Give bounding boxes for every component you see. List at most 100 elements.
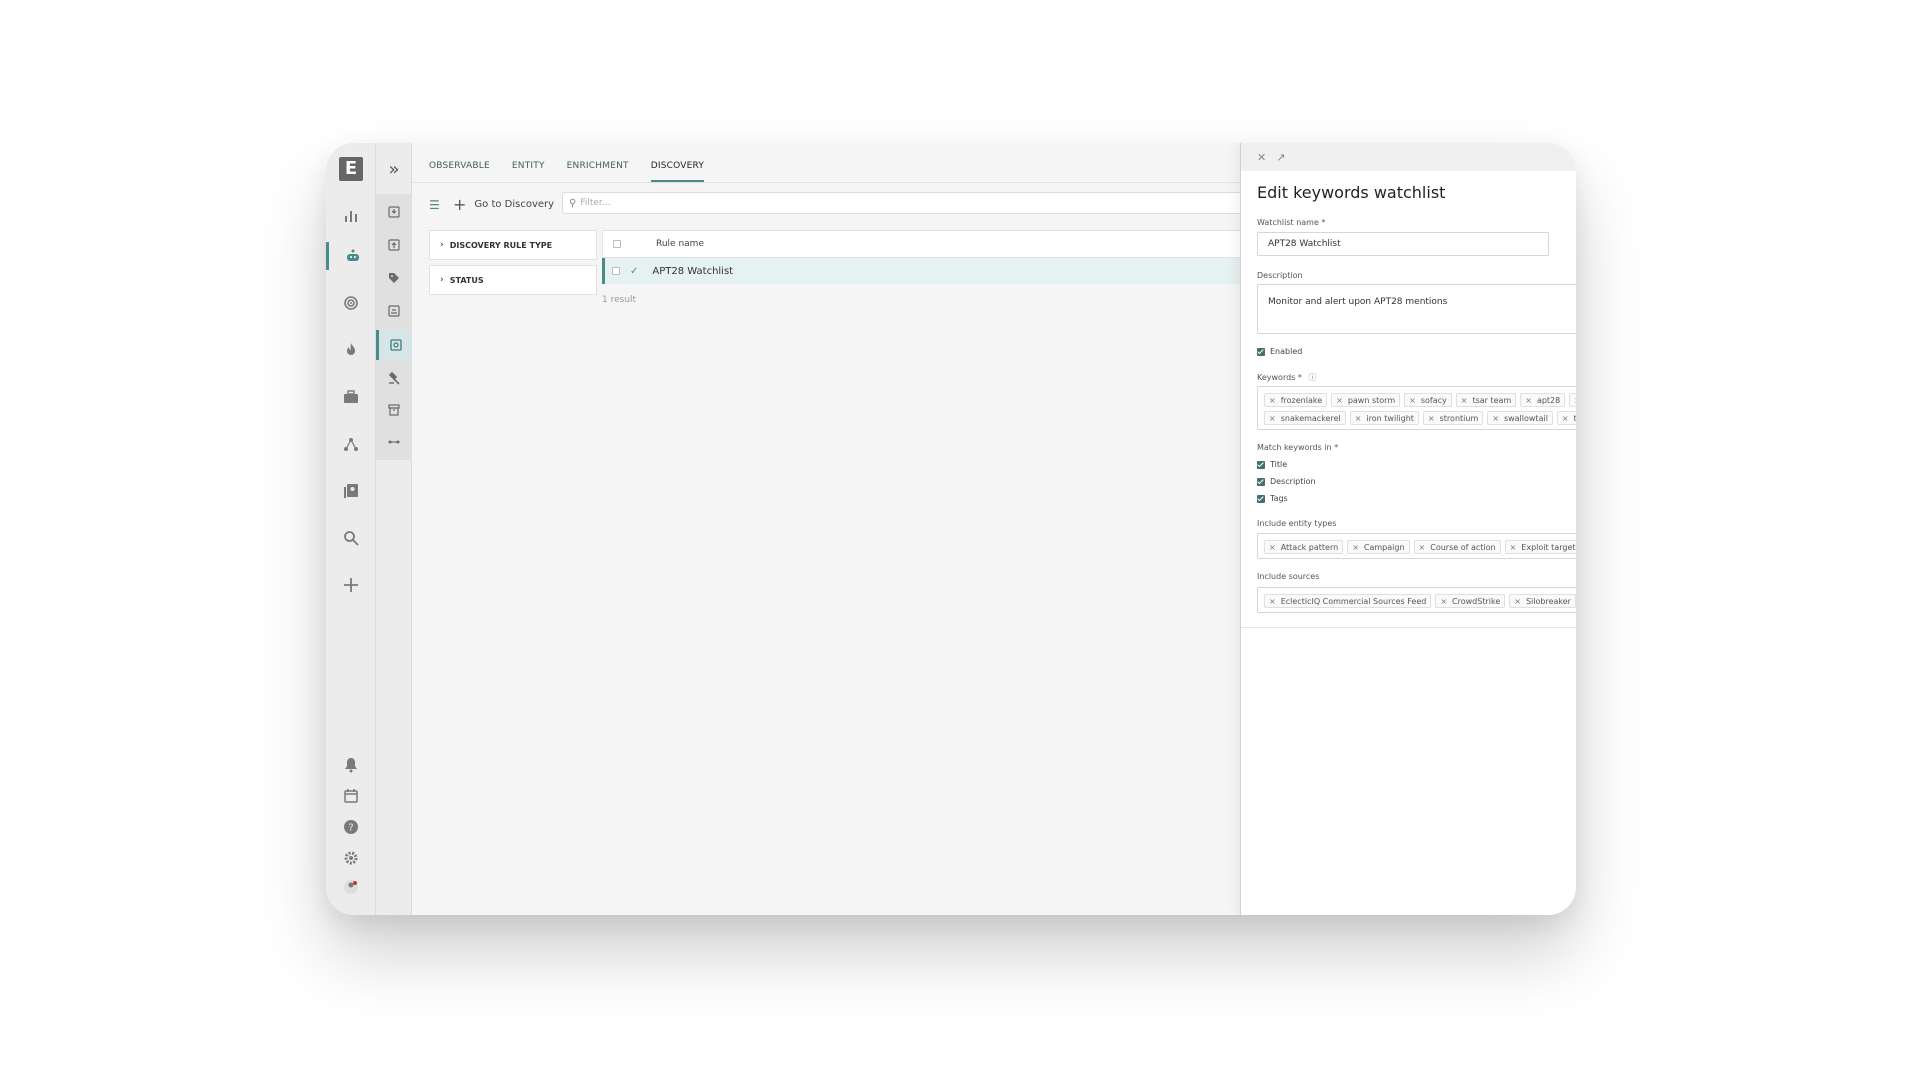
keyword-chip[interactable]: × frozenlake xyxy=(1264,393,1328,407)
go-to-discovery-button[interactable]: + Go to Discovery xyxy=(453,195,554,214)
entity-type-chip[interactable]: × Course of action xyxy=(1413,540,1501,554)
keywords-input[interactable]: × frozenlake × pawn storm × sofacy × tsar te… xyxy=(1257,386,1576,430)
document-icon[interactable] xyxy=(376,296,412,326)
column-rule-name[interactable]: Rule name xyxy=(656,239,704,249)
filter-icon[interactable]: ☰ xyxy=(429,198,445,212)
remove-chip-icon[interactable]: × xyxy=(1419,543,1426,552)
remove-chip-icon[interactable]: × xyxy=(1492,414,1499,423)
entity-type-chip[interactable]: × Attack pattern xyxy=(1264,540,1344,554)
graph-icon[interactable] xyxy=(326,430,376,458)
user-icon[interactable] xyxy=(326,873,376,901)
keyword-chip[interactable]: × apt28 xyxy=(1520,393,1566,407)
archive-icon[interactable] xyxy=(376,395,412,425)
entity-types-input[interactable]: × Attack pattern × Campaign × Course of act… xyxy=(1257,533,1576,559)
check-circle-icon: ✓ xyxy=(630,265,639,277)
keyword-chip[interactable]: × iron twilight xyxy=(1349,411,1419,425)
remove-chip-icon[interactable]: × xyxy=(1269,543,1276,552)
remove-chip-icon[interactable]: × xyxy=(1574,396,1576,405)
rule-name-cell[interactable]: APT28 Watchlist xyxy=(652,266,733,277)
keyword-chip[interactable]: × strontium xyxy=(1422,411,1484,425)
chip-label: Silobreaker xyxy=(1525,596,1571,606)
match-title-checkbox[interactable]: Title xyxy=(1257,460,1287,469)
select-all-checkbox[interactable] xyxy=(613,240,621,248)
expand-nav-button[interactable]: » xyxy=(376,157,412,181)
bell-icon[interactable] xyxy=(326,751,376,779)
remove-chip-icon[interactable]: × xyxy=(1525,396,1532,405)
remove-chip-icon[interactable]: × xyxy=(1440,597,1447,606)
remove-chip-icon[interactable]: × xyxy=(1269,597,1276,606)
remove-chip-icon[interactable]: × xyxy=(1355,414,1362,423)
open-external-icon[interactable]: ↗ xyxy=(1276,151,1285,164)
remove-chip-icon[interactable]: × xyxy=(1409,396,1416,405)
source-chip[interactable]: × Silobreaker xyxy=(1509,594,1576,608)
dashboard-icon[interactable] xyxy=(326,202,376,230)
description-field[interactable]: Monitor and alert upon APT28 mentions xyxy=(1257,284,1576,334)
entity-type-chip[interactable]: × Exploit target xyxy=(1504,540,1576,554)
target-icon[interactable] xyxy=(326,289,376,317)
inbox-icon[interactable] xyxy=(376,197,412,227)
remove-chip-icon[interactable]: × xyxy=(1562,414,1569,423)
search-icon[interactable] xyxy=(326,524,376,552)
enabled-checkbox[interactable]: Enabled xyxy=(1257,347,1302,356)
chip-label: EclecticIQ Commercial Sources Feed xyxy=(1280,596,1427,606)
keyword-chip[interactable]: × pawn storm xyxy=(1331,393,1401,407)
remove-chip-icon[interactable]: × xyxy=(1269,396,1276,405)
remove-chip-icon[interactable]: × xyxy=(1336,396,1343,405)
help-icon[interactable]: ? xyxy=(326,813,376,841)
match-tags-checkbox[interactable]: Tags xyxy=(1257,494,1288,503)
robot-icon[interactable] xyxy=(326,242,376,270)
tag-icon[interactable] xyxy=(376,263,412,293)
remove-chip-icon[interactable]: × xyxy=(1352,543,1359,552)
import-icon[interactable] xyxy=(376,230,412,260)
chip-label: pawn storm xyxy=(1347,395,1396,405)
source-chip[interactable]: × EclecticIQ Commercial Sources Feed xyxy=(1264,594,1432,608)
remove-chip-icon[interactable]: × xyxy=(1269,414,1276,423)
sources-input[interactable]: × EclecticIQ Commercial Sources Feed × Cro… xyxy=(1257,587,1576,613)
watchlist-name-label: Watchlist name * xyxy=(1257,218,1326,227)
connector-icon[interactable] xyxy=(376,427,412,457)
toolbar: ☰ + Go to Discovery xyxy=(429,195,554,214)
facet-status[interactable]: › STATUS xyxy=(429,265,597,295)
keyword-chip[interactable]: × snakemackerel xyxy=(1264,411,1346,425)
watchlist-name-field[interactable]: APT28 Watchlist xyxy=(1257,232,1549,256)
match-tags-label: Tags xyxy=(1270,494,1288,503)
row-checkbox[interactable] xyxy=(612,267,620,275)
gear-icon[interactable] xyxy=(326,844,376,872)
info-icon[interactable]: ⓘ xyxy=(1308,373,1316,382)
drawer-title: Edit keywords watchlist xyxy=(1257,183,1446,202)
filter-input[interactable]: ⚲ Filter... xyxy=(562,192,1322,214)
gavel-icon[interactable] xyxy=(376,363,412,393)
briefcase-icon[interactable] xyxy=(326,383,376,411)
fire-icon[interactable] xyxy=(326,336,376,364)
table-row[interactable]: ✓ APT28 Watchlist xyxy=(602,258,1322,284)
close-icon[interactable]: ✕ xyxy=(1257,151,1266,164)
chip-label: Campaign xyxy=(1363,542,1405,552)
keyword-chip[interactable]: × swallowtail xyxy=(1487,411,1553,425)
match-description-checkbox[interactable]: Description xyxy=(1257,477,1316,486)
tab-entity[interactable]: ENTITY xyxy=(512,156,545,176)
discovery-icon[interactable] xyxy=(376,330,412,360)
remove-chip-icon[interactable]: × xyxy=(1514,597,1521,606)
remove-chip-icon[interactable]: × xyxy=(1428,414,1435,423)
facet-discovery-rule-type[interactable]: › DISCOVERY RULE TYPE xyxy=(429,230,597,260)
keyword-chip[interactable]: × tsar team xyxy=(1455,393,1517,407)
drawer-header-bar: ✕ ↗ xyxy=(1241,143,1576,171)
source-chip[interactable]: × CrowdStrike xyxy=(1435,594,1506,608)
table-header: Rule name De xyxy=(602,230,1322,258)
plus-icon: + xyxy=(453,195,467,214)
app-logo[interactable]: E xyxy=(339,157,363,181)
keyword-chip[interactable]: × thr xyxy=(1556,411,1576,425)
tab-observable[interactable]: OBSERVABLE xyxy=(429,156,490,176)
keyword-chip[interactable]: × xyxy=(1569,393,1576,407)
keywords-label: Keywords * ⓘ xyxy=(1257,372,1316,383)
keyword-chip[interactable]: × sofacy xyxy=(1404,393,1452,407)
tab-enrichment[interactable]: ENRICHMENT xyxy=(567,156,629,176)
chip-label: frozenlake xyxy=(1280,395,1323,405)
plus-icon[interactable] xyxy=(326,571,376,599)
calendar-icon[interactable] xyxy=(326,782,376,810)
remove-chip-icon[interactable]: × xyxy=(1510,543,1517,552)
library-icon[interactable] xyxy=(326,477,376,505)
entity-type-chip[interactable]: × Campaign xyxy=(1347,540,1410,554)
remove-chip-icon[interactable]: × xyxy=(1461,396,1468,405)
tab-discovery[interactable]: DISCOVERY xyxy=(650,156,705,182)
